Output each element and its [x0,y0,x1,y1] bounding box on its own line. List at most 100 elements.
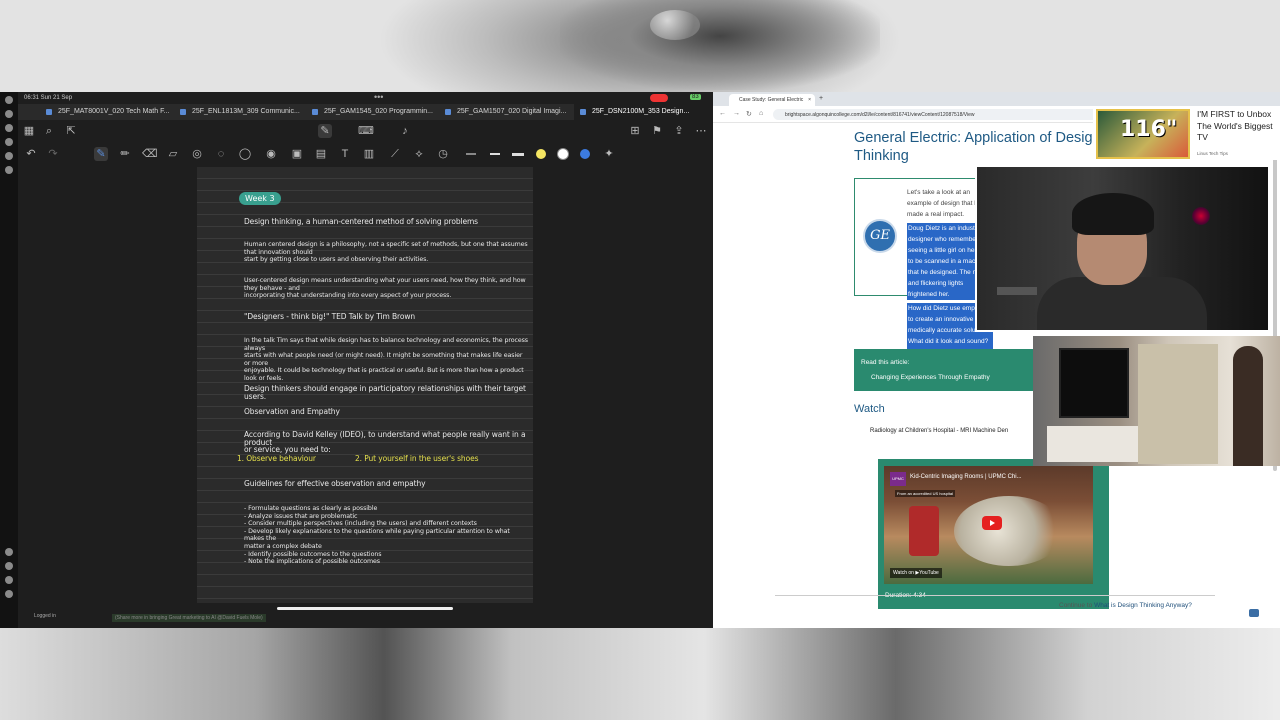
timer-icon[interactable]: ◷ [436,147,450,161]
stroke-medium[interactable] [490,153,500,155]
clock: 06:31 Sun 21 Sep [24,95,73,101]
text-box-icon[interactable]: T [338,147,352,161]
grid-icon[interactable]: ▦ [22,124,36,138]
tab-label: 25F_MAT8001V_020 Tech Math F... [58,108,170,115]
camera-icon[interactable]: ▥ [362,147,376,161]
note-line: Design thinking, a human-centered method… [244,217,478,226]
eraser-icon[interactable]: ⌫ [142,147,158,161]
close-icon[interactable]: × [808,97,811,103]
redo-icon[interactable]: ↷ [46,147,60,161]
tab-design[interactable]: 25F_DSN2100M_353 Design... [574,104,713,120]
suggestion-channel: Linus Tech Tips [1197,151,1228,156]
color-blue[interactable] [580,149,590,159]
more-dots-icon[interactable]: ••• [374,92,383,102]
pen-tool-icon[interactable]: ✎ [94,147,108,161]
note-line: Observation and Empathy [244,407,340,416]
bookmark-icon[interactable]: ⚑ [650,124,664,138]
notes-app-window: 06:31 Sun 21 Sep ••• 83 25F_MAT8001V_020… [0,92,713,628]
article-link[interactable]: Changing Experiences Through Empathy [871,374,990,381]
reload-icon[interactable]: ↻ [746,110,752,118]
week-badge: Week 3 [239,192,281,205]
play-button[interactable] [982,516,1002,530]
pencil-icon[interactable]: ✏ [118,147,132,161]
battery-indicator: 83 [690,94,701,100]
forward-icon[interactable]: → [733,110,740,117]
pen-mode-icon[interactable]: ✎ [318,124,332,138]
video-thumbnail: 116" [1096,109,1190,159]
microphone-icon[interactable]: ♪ [398,124,412,138]
thumbnail-number: 116" [1120,117,1178,142]
suggestion-title: I'M FIRST to Unbox The World's Biggest T… [1197,109,1273,142]
eye-icon[interactable]: ◉ [264,147,278,161]
case-study-card: GE Let's take a look at an example of de… [854,178,994,358]
stroke-thick[interactable] [512,153,524,156]
browser-tab-strip: Case Study: General Electric × + [713,92,1280,106]
read-label: Read this article: [861,359,910,366]
new-tab-icon[interactable]: + [819,95,823,102]
url-field[interactable]: brightspace.algonquincollege.com/d2l/le/… [773,109,1103,120]
home-icon[interactable]: ⌂ [759,110,763,117]
browser-tab-title: Case Study: General Electric [739,97,804,103]
shape-icon[interactable]: ◎ [190,147,204,161]
secondary-video-overlay [1033,336,1280,466]
note-page[interactable]: Week 3 Design thinking, a human-centered… [197,167,533,603]
drawing-toolbar: ↶ ↷ ✎ ✏ ⌫ ▱ ◎ ◌ ◯ ◉ ▣ ▤ T ▥ ⟋ ⟡ ◷ ✦ [18,144,713,164]
tab-programming[interactable]: 25F_GAM1545_020 Programmin... × [306,104,450,120]
continue-prefix: Continue to [1059,602,1093,609]
highlighter-icon[interactable]: ▱ [166,147,180,161]
continue-link-row: Continue to What is Design Thinking Anyw… [1059,602,1192,609]
image-icon[interactable]: ▤ [314,147,328,161]
video-name: Kid-Centric Imaging Rooms | UPMC Chi... [910,474,1022,480]
chat-icon[interactable] [1249,609,1259,617]
continue-link[interactable]: What is Design Thinking Anyway? [1094,602,1192,609]
divider [775,595,1215,596]
home-indicator[interactable] [277,607,453,610]
step-two: 2. Put yourself in the user's shoes [355,454,479,463]
note-line: Design thinkers should engage in partici… [244,384,526,401]
note-line: In the talk Tim says that while design h… [244,337,528,382]
note-line: According to David Kelley (IDEO), to und… [244,430,526,455]
color-yellow[interactable] [536,149,546,159]
tab-label: 25F_GAM1545_020 Programmin... [324,108,433,115]
lasso-icon[interactable]: ◌ [214,147,228,161]
tab-math[interactable]: 25F_MAT8001V_020 Tech Math F... × [40,104,184,120]
stroke-thin[interactable] [466,153,476,155]
ge-logo: GE [863,219,897,253]
keyboard-icon[interactable]: ⌨ [358,124,374,138]
color-picker-icon[interactable]: ✦ [602,147,616,161]
wand-icon[interactable]: ⟡ [412,147,426,161]
note-line: "Designers - think big!" TED Talk by Tim… [244,312,416,321]
tab-communications[interactable]: 25F_ENL1813M_309 Communic... × [174,104,318,120]
export-icon[interactable]: ⇪ [672,124,686,138]
search-icon[interactable]: ⌕ [42,124,56,138]
undo-icon[interactable]: ↶ [24,147,38,161]
sticker-icon[interactable]: ▣ [290,147,304,161]
back-icon[interactable]: ← [719,110,726,117]
video-suggestion-overlay[interactable]: 116" I'M FIRST to Unbox The World's Bigg… [1093,107,1280,160]
video-player[interactable]: UPMC Kid-Centric Imaging Rooms | UPMC Ch… [884,466,1093,584]
tab-label: 25F_ENL1813M_309 Communic... [192,108,300,115]
laser-icon[interactable]: ⟋ [388,147,402,161]
share-link-icon[interactable]: ⇱ [64,124,78,138]
watch-heading: Watch [854,403,885,415]
browser-tab[interactable]: Case Study: General Electric × [729,94,815,106]
more-icon[interactable]: ⋯ [694,124,708,138]
tab-digital-imaging[interactable]: 25F_GAM1507_020 Digital Imagi...× [439,104,583,120]
color-white[interactable] [558,149,568,159]
video-subtitle: From an accredited US hospital [895,490,956,497]
lasso-select-icon[interactable]: ◯ [238,147,252,161]
left-dock [0,92,18,628]
note-list: - Formulate questions as clearly as poss… [244,505,510,566]
video-title: Radiology at Children's Hospital - MRI M… [870,428,1009,434]
status-bar: 06:31 Sun 21 Sep ••• 83 [18,92,713,104]
logged-in-label: Logged in [34,613,56,619]
watch-on-youtube-button[interactable]: Watch on ▶YouTube [890,568,942,578]
notebook-tabs: 25F_MAT8001V_020 Tech Math F... × 25F_ENL… [18,104,713,120]
read-article-box: Read this article: Changing Experiences … [854,349,1034,391]
tab-label: 25F_DSN2100M_353 Design... [592,108,690,115]
video-embed-box: UPMC Kid-Centric Imaging Rooms | UPMC Ch… [878,459,1109,609]
add-page-icon[interactable]: ⊞ [628,124,642,138]
tab-label: 25F_GAM1507_020 Digital Imagi... [457,108,567,115]
note-line: Guidelines for effective observation and… [244,479,426,488]
step-one: 1. Observe behaviour [237,454,316,463]
